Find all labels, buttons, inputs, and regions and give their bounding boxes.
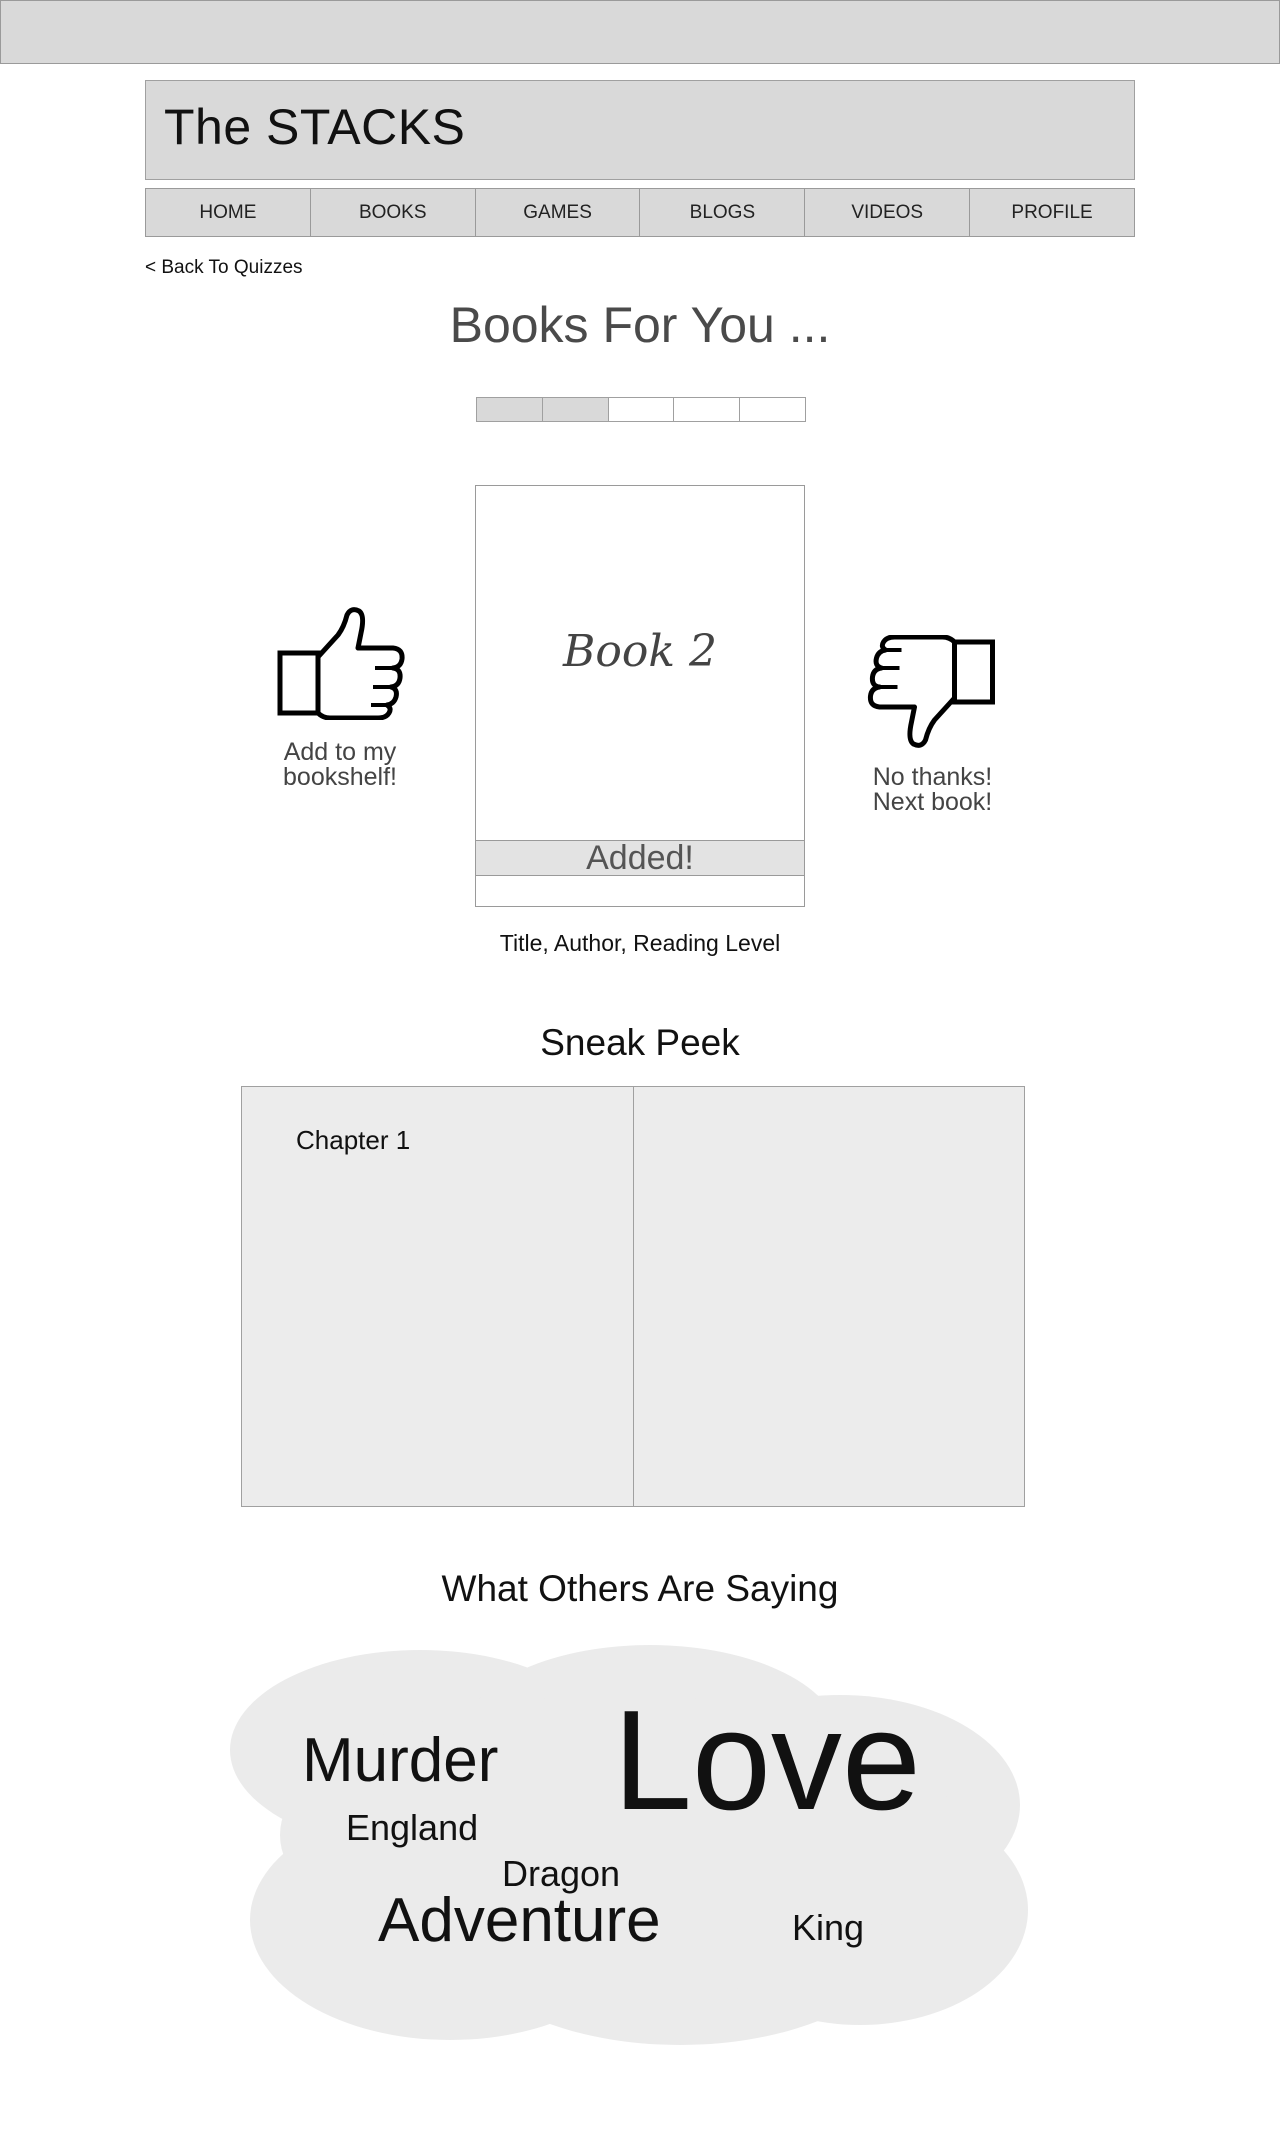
- book-card: Book 2 Added!: [475, 485, 805, 907]
- add-to-bookshelf-button[interactable]: Add to my bookshelf!: [270, 605, 410, 805]
- cloud-word-england: England: [346, 1807, 479, 1848]
- back-to-quizzes-link[interactable]: < Back To Quizzes: [145, 257, 303, 279]
- thumbs-down-icon: [867, 635, 995, 748]
- nav-item-home[interactable]: HOME: [145, 188, 311, 237]
- nav-item-games[interactable]: GAMES: [475, 188, 641, 237]
- nav-item-books[interactable]: BOOKS: [310, 188, 476, 237]
- sneak-peek-viewer[interactable]: Chapter 1: [241, 1086, 1025, 1507]
- main-nav: HOME BOOKS GAMES BLOGS VIDEOS PROFILE: [145, 188, 1135, 237]
- book-info: Title, Author, Reading Level: [499, 930, 781, 956]
- progress-indicator: [476, 397, 806, 422]
- cloud-word-adventure: Adventure: [378, 1886, 661, 1955]
- add-to-bookshelf-label: Add to my bookshelf!: [270, 740, 410, 790]
- book-title: Book 2: [563, 626, 717, 677]
- site-header: The STACKS: [145, 80, 1135, 180]
- sneak-peek-right-page: [634, 1087, 1025, 1506]
- progress-segment-2: [542, 398, 609, 421]
- site-title: The STACKS: [164, 99, 466, 155]
- cloud-word-king: King: [792, 1907, 865, 1948]
- thumbs-up-icon: [277, 607, 405, 720]
- chapter-label: Chapter 1: [296, 1125, 411, 1155]
- sneak-peek-left-page: Chapter 1: [242, 1087, 634, 1506]
- nav-item-videos[interactable]: VIDEOS: [805, 188, 971, 237]
- progress-segment-3: [608, 398, 675, 421]
- browser-top-bar: [0, 0, 1280, 64]
- next-book-label: No thanks! Next book!: [860, 765, 1005, 815]
- progress-segment-1: [477, 398, 543, 421]
- progress-segment-4: [674, 398, 741, 421]
- nav-item-blogs[interactable]: BLOGS: [640, 188, 806, 237]
- cloud-word-murder: Murder: [302, 1726, 499, 1795]
- next-book-line2: Next book!: [872, 788, 993, 816]
- cloud-word-love: Love: [613, 1681, 921, 1840]
- progress-segment-5: [740, 398, 805, 421]
- add-to-bookshelf-line2: bookshelf!: [283, 763, 397, 791]
- next-book-line1: No thanks!: [872, 763, 993, 791]
- sneak-peek-heading: Sneak Peek: [540, 1022, 740, 1063]
- added-status-bar: Added!: [476, 840, 804, 876]
- add-to-bookshelf-line1: Add to my: [283, 738, 397, 766]
- next-book-button[interactable]: No thanks! Next book!: [860, 635, 1005, 835]
- review-word-cloud: Murder England Love Dragon Adventure Kin…: [220, 1645, 1030, 2045]
- reviews-heading: What Others Are Saying: [441, 1568, 839, 1609]
- nav-item-profile[interactable]: PROFILE: [970, 188, 1135, 237]
- page-title: Books For You ...: [449, 297, 831, 353]
